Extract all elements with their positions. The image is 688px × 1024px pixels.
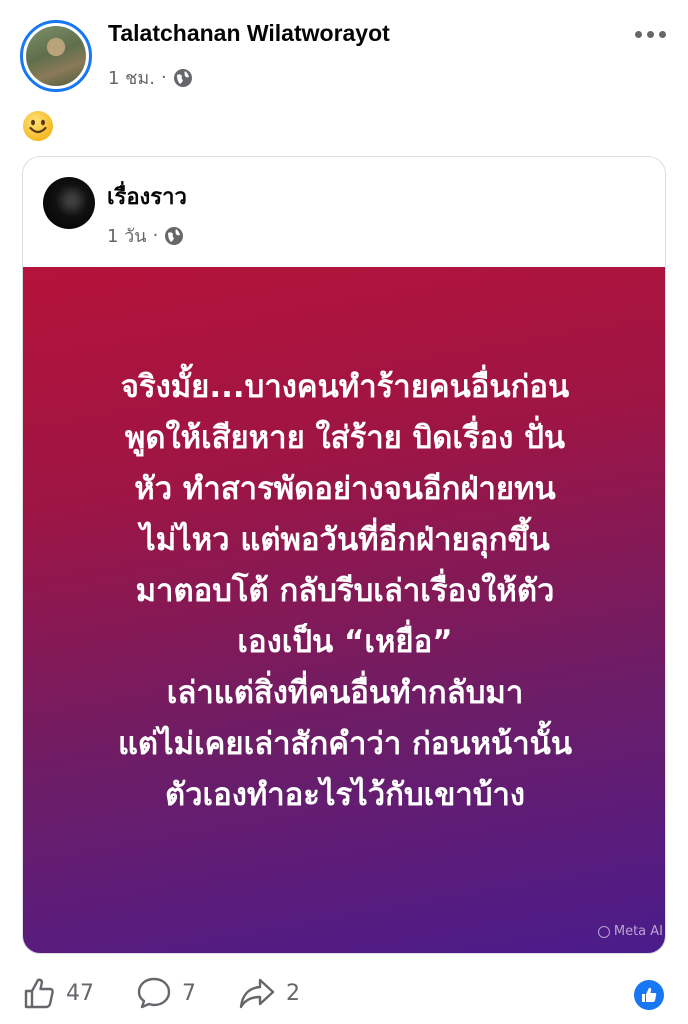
quote-line: มาตอบโต้ กลับรีบเล่าเรื่องให้ตัว [135,572,555,609]
like-reaction-badge[interactable] [634,980,664,1010]
author-name[interactable]: Talatchanan Wilatworayot [108,20,390,47]
quote-line: เล่าแต่สิ่งที่คนอื่นทำกลับมา [166,674,524,711]
more-options-icon[interactable] [632,24,668,44]
shared-page-name[interactable]: เรื่องราว [107,179,187,214]
like-button[interactable]: 47 [22,976,94,1010]
author-avatar[interactable] [20,20,92,92]
share-button[interactable]: 2 [238,976,300,1010]
post-actions-bar: 47 7 2 [0,970,688,1024]
post-meta: 1 ชม. · [108,63,193,92]
globe-icon [173,68,192,87]
meta-separator: · [160,67,167,88]
quote-line: พูดให้เสียหาย ใส่ร้าย บิดเรื่อง ปั่น [124,419,566,456]
meta-ai-ring-icon [597,925,610,938]
meta-ai-label: Meta AI [613,924,663,939]
comment-button[interactable]: 7 [136,976,196,1010]
share-arrow-icon [239,978,275,1009]
meta-separator: · [152,225,159,246]
quote-image[interactable]: จริงมั้ย...บางคนทำร้ายคนอื่นก่อน พูดให้เ… [23,267,665,953]
quote-line: แต่ไม่เคยเล่าสักคำว่า ก่อนหน้านั้น [117,725,573,762]
shared-post-time[interactable]: 1 วัน [107,221,147,250]
quote-line: ไม่ไหว แต่พอวันที่อีกฝ่ายลุกขึ้น [140,521,550,558]
comment-count: 7 [182,980,196,1006]
thumbs-up-icon [24,978,54,1009]
quote-line: จริงมั้ย...บางคนทำร้ายคนอื่นก่อน [120,368,570,405]
smiling-face-emoji [23,111,53,141]
thumbs-up-icon [642,987,657,1002]
comment-icon [137,977,171,1009]
globe-icon [165,226,184,245]
meta-ai-watermark: Meta AI [597,924,663,939]
quote-text: จริงมั้ย...บางคนทำร้ายคนอื่นก่อน พูดให้เ… [45,362,645,821]
shared-post-card[interactable]: เรื่องราว 1 วัน · จริงมั้ย...บางคนทำร้าย… [22,156,666,954]
quote-line: ตัวเองทำอะไรไว้กับเขาบ้าง [164,776,526,813]
post-time[interactable]: 1 ชม. [108,63,155,92]
shared-page-avatar[interactable] [43,177,95,229]
avatar-image [26,26,86,86]
like-count: 47 [66,980,94,1006]
share-count: 2 [286,980,300,1006]
quote-line: เองเป็น “เหยื่อ” [237,623,453,660]
quote-line: หัว ทำสารพัดอย่างจนอีกฝ่ายทน [134,470,556,507]
post-header: Talatchanan Wilatworayot 1 ชม. · [0,0,688,100]
shared-post-meta: 1 วัน · [107,221,184,250]
